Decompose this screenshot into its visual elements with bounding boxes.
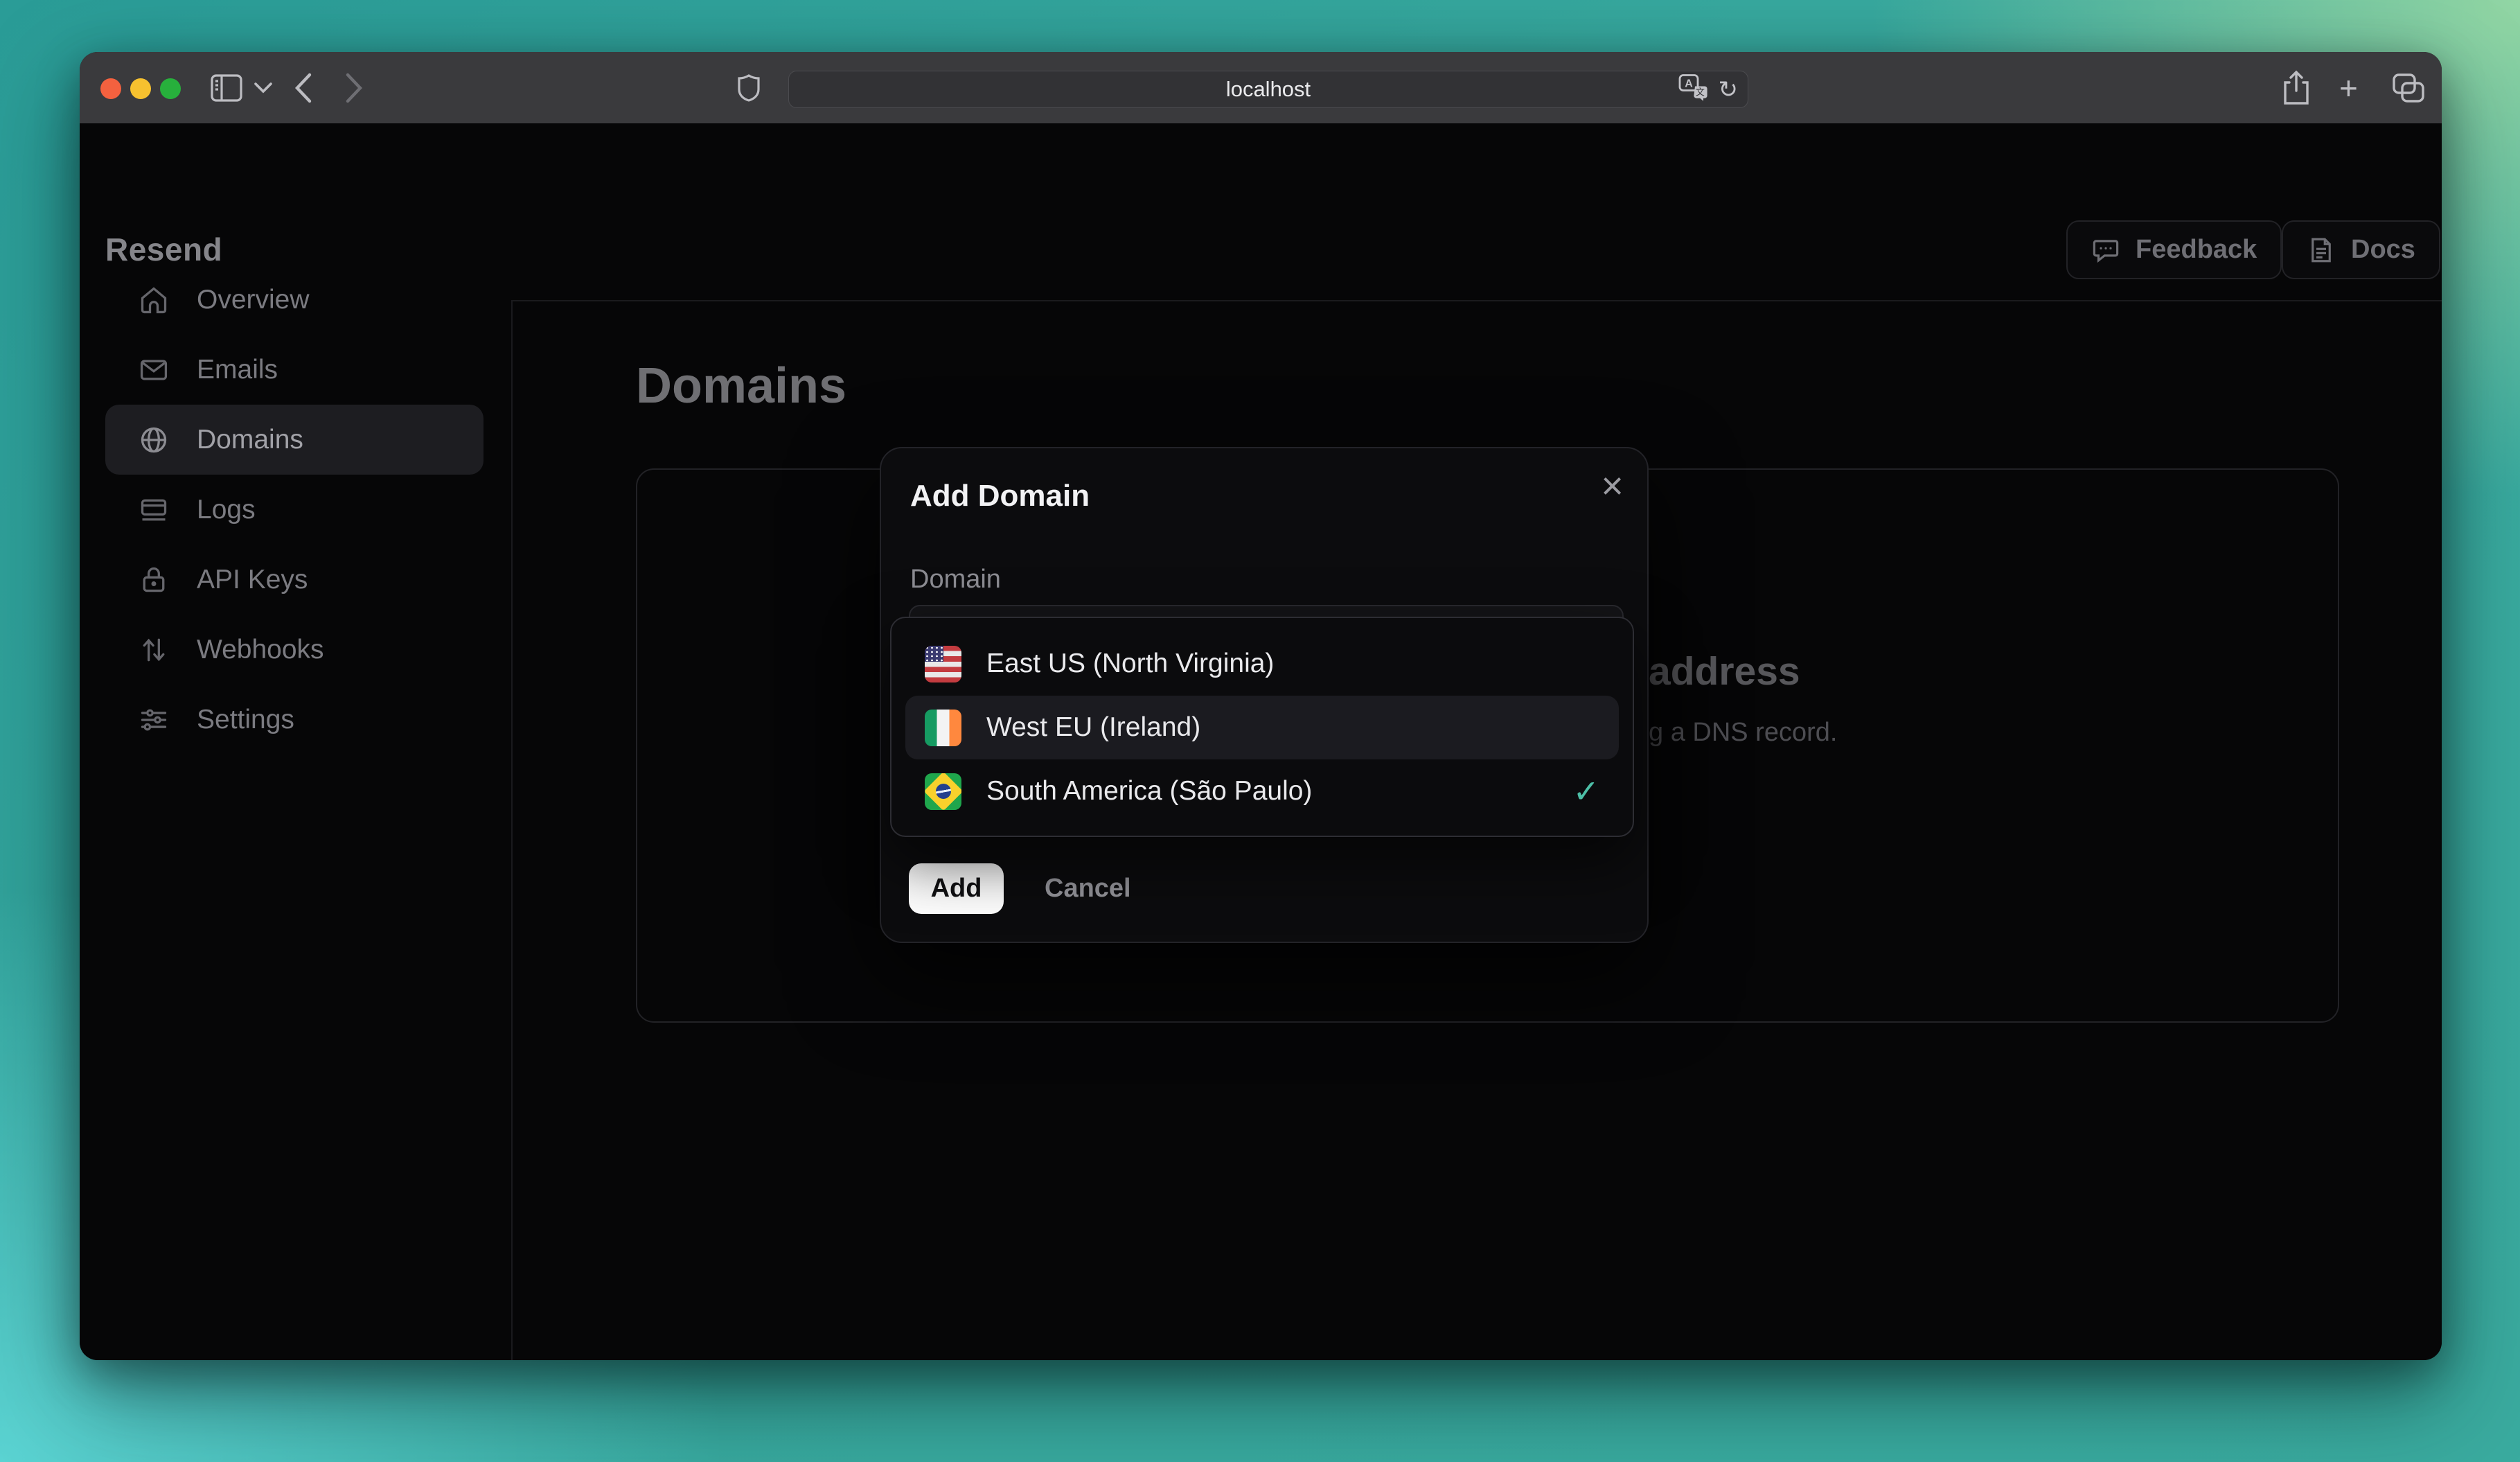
reload-icon[interactable]: ↻	[1719, 78, 1739, 101]
region-label: West EU (Ireland)	[986, 712, 1201, 742]
address-url: localhost	[1225, 77, 1311, 101]
home-icon	[141, 286, 167, 313]
card-heading-fragment: address	[1649, 649, 1800, 694]
svg-text:文: 文	[1695, 88, 1704, 98]
page-title: Domains	[636, 358, 847, 414]
header-divider	[511, 300, 2442, 301]
new-tab-icon[interactable]: +	[2339, 72, 2358, 104]
share-icon[interactable]	[2281, 70, 2312, 106]
add-button[interactable]: Add	[909, 863, 1004, 914]
traffic-light-close[interactable]	[100, 78, 121, 99]
sidebar-item-api-keys[interactable]: API Keys	[105, 545, 483, 615]
domain-field-label: Domain	[910, 565, 1001, 594]
region-label: South America (São Paulo)	[986, 776, 1313, 806]
sidebar-item-domains[interactable]: Domains	[105, 405, 483, 475]
check-icon: ✓	[1572, 773, 1599, 809]
us-flag-icon	[925, 645, 961, 682]
docs-button[interactable]: Docs	[2282, 220, 2440, 279]
arrows-up-down-icon	[143, 638, 165, 661]
sidebar-item-label: Domains	[197, 424, 303, 455]
logs-icon	[141, 499, 167, 520]
sidebar-item-webhooks[interactable]: Webhooks	[105, 615, 483, 685]
card-text-fragment: g a DNS record.	[1649, 718, 1838, 747]
sidebar-item-label: Webhooks	[197, 634, 324, 664]
sidebar-item-label: API Keys	[197, 564, 308, 595]
traffic-light-minimize[interactable]	[130, 78, 151, 99]
sidebar-item-label: Settings	[197, 704, 294, 734]
back-icon[interactable]	[293, 72, 314, 104]
sidebar-nav: Overview Emails Domains Logs API Keys We…	[105, 265, 483, 755]
forward-icon[interactable]	[344, 72, 364, 104]
chat-bubble-icon	[2093, 239, 2119, 263]
sidebar-item-logs[interactable]: Logs	[105, 475, 483, 545]
close-icon[interactable]: ×	[1601, 466, 1624, 505]
sidebar-toggle-icon[interactable]	[211, 73, 242, 102]
address-bar[interactable]: localhost A 文 ↻	[788, 71, 1748, 108]
sidebar-item-emails[interactable]: Emails	[105, 335, 483, 405]
svg-text:A: A	[1685, 78, 1693, 90]
docs-label: Docs	[2351, 235, 2415, 264]
mail-icon	[140, 360, 168, 380]
translate-icon[interactable]: A 文	[1678, 74, 1707, 105]
traffic-light-zoom[interactable]	[160, 78, 181, 99]
region-option-south-america[interactable]: South America (São Paulo) ✓	[905, 759, 1619, 823]
sliders-icon	[141, 709, 167, 730]
cancel-button[interactable]: Cancel	[1045, 863, 1131, 914]
globe-icon	[141, 427, 167, 452]
region-option-east-us[interactable]: East US (North Virginia)	[905, 632, 1619, 696]
tab-overview-icon[interactable]	[2392, 73, 2425, 103]
document-icon	[2312, 238, 2331, 262]
add-domain-modal: Add Domain × Domain East US (North Virgi…	[880, 447, 1649, 943]
sidebar-item-label: Overview	[197, 284, 310, 315]
region-label: East US (North Virginia)	[986, 649, 1275, 678]
sidebar-divider	[511, 300, 513, 1360]
region-option-west-eu[interactable]: West EU (Ireland)	[905, 696, 1619, 759]
modal-title: Add Domain	[910, 479, 1090, 513]
region-dropdown: East US (North Virginia) West EU (Irelan…	[890, 617, 1634, 837]
resend-logo: Resend	[105, 231, 223, 267]
sidebar-item-label: Emails	[197, 354, 278, 385]
sidebar-item-label: Logs	[197, 494, 256, 525]
chevron-down-icon[interactable]	[254, 82, 272, 94]
feedback-button[interactable]: Feedback	[2066, 220, 2282, 279]
lock-icon	[143, 567, 165, 592]
browser-toolbar: localhost A 文 ↻ +	[80, 52, 2442, 124]
sidebar-item-settings[interactable]: Settings	[105, 685, 483, 755]
brazil-flag-icon	[925, 773, 961, 810]
sidebar-item-overview[interactable]: Overview	[105, 265, 483, 335]
app-content: Resend Overview Emails Domains Logs API …	[80, 123, 2442, 1360]
feedback-label: Feedback	[2136, 235, 2257, 264]
ireland-flag-icon	[925, 709, 961, 746]
shield-icon[interactable]	[738, 73, 760, 102]
browser-window: localhost A 文 ↻ + Resend Overview Emails…	[80, 52, 2442, 1360]
